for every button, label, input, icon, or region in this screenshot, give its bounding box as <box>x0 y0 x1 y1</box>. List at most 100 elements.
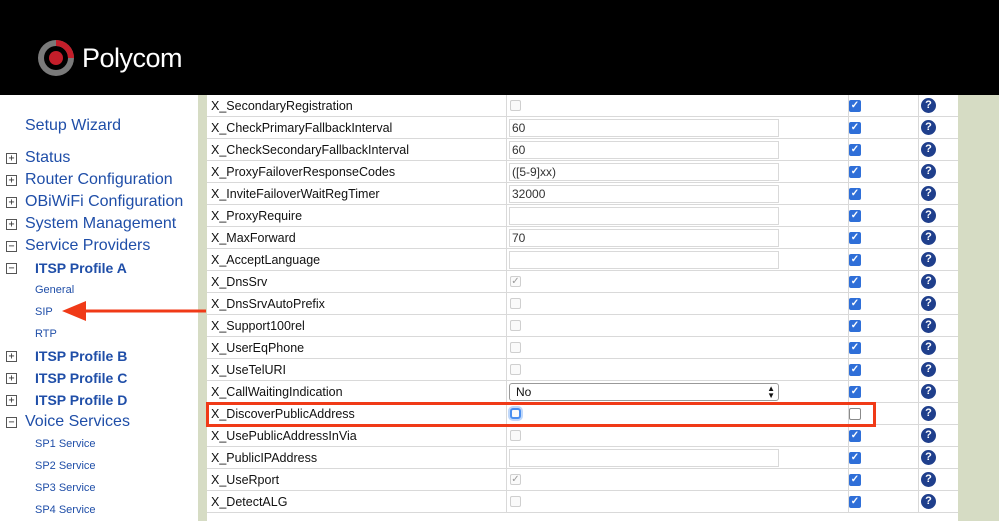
default-cell: ✓ <box>849 315 919 337</box>
expand-icon[interactable]: + <box>6 174 17 186</box>
sidebar-item-itsp-profile-a[interactable]: − ITSP Profile A <box>0 257 198 279</box>
help-icon[interactable]: ? <box>921 362 936 377</box>
value-cell <box>507 293 849 315</box>
value-checkbox[interactable]: ✓ <box>510 474 521 485</box>
help-icon[interactable]: ? <box>921 98 936 113</box>
default-checkbox[interactable]: ✓ <box>849 166 861 178</box>
value-checkbox[interactable] <box>510 496 521 507</box>
value-checkbox[interactable] <box>510 430 521 441</box>
value-input[interactable] <box>509 251 779 269</box>
sidebar-item-sip[interactable]: SIP <box>0 301 198 323</box>
collapse-icon[interactable]: − <box>6 262 17 274</box>
default-checkbox[interactable]: ✓ <box>849 474 861 486</box>
expand-icon[interactable]: + <box>6 152 17 164</box>
help-icon[interactable]: ? <box>921 186 936 201</box>
help-icon[interactable]: ? <box>921 450 936 465</box>
default-checkbox[interactable] <box>849 408 861 420</box>
setup-wizard-link[interactable]: Setup Wizard <box>25 117 121 135</box>
value-input[interactable]: 60 <box>509 141 779 159</box>
help-icon[interactable]: ? <box>921 428 936 443</box>
sidebar-item-sp3-service[interactable]: SP3 Service <box>0 477 198 499</box>
help-icon[interactable]: ? <box>921 274 936 289</box>
default-cell <box>849 403 919 425</box>
expand-icon[interactable]: + <box>6 394 17 406</box>
default-checkbox[interactable]: ✓ <box>849 276 861 288</box>
default-checkbox[interactable]: ✓ <box>849 386 861 398</box>
help-icon[interactable]: ? <box>921 296 936 311</box>
help-icon[interactable]: ? <box>921 340 936 355</box>
collapse-icon[interactable]: − <box>6 240 17 252</box>
help-icon[interactable]: ? <box>921 252 936 267</box>
value-cell <box>507 249 849 271</box>
value-input[interactable]: 32000 <box>509 185 779 203</box>
sidebar-item-sp4-service[interactable]: SP4 Service <box>0 499 198 521</box>
default-checkbox[interactable]: ✓ <box>849 320 861 332</box>
help-icon[interactable]: ? <box>921 472 936 487</box>
default-checkbox[interactable]: ✓ <box>849 364 861 376</box>
help-icon[interactable]: ? <box>921 230 936 245</box>
help-icon[interactable]: ? <box>921 120 936 135</box>
expand-icon[interactable]: + <box>6 196 17 208</box>
table-row: X_UseRport ✓ ✓? <box>207 469 958 491</box>
value-cell: ✓ <box>507 469 849 491</box>
sidebar-item-obiwifi-configuration[interactable]: + OBiWiFi Configuration <box>0 191 198 213</box>
default-checkbox[interactable]: ✓ <box>849 122 861 134</box>
parameter-name: X_UsePublicAddressInVia <box>207 425 507 447</box>
default-checkbox[interactable]: ✓ <box>849 430 861 442</box>
value-input[interactable] <box>509 207 779 225</box>
default-checkbox[interactable]: ✓ <box>849 452 861 464</box>
help-cell: ? <box>919 249 958 271</box>
brand-name: Polycom <box>82 42 183 73</box>
sidebar-item-service-providers[interactable]: − Service Providers <box>0 235 198 257</box>
value-input[interactable]: 60 <box>509 119 779 137</box>
help-icon[interactable]: ? <box>921 142 936 157</box>
sidebar-item-rtp[interactable]: RTP <box>0 323 198 345</box>
sidebar-item-general[interactable]: General <box>0 279 198 301</box>
value-input[interactable]: ([5-9]xx) <box>509 163 779 181</box>
value-checkbox[interactable] <box>510 320 521 331</box>
expand-icon[interactable]: + <box>6 372 17 384</box>
sidebar-item-status[interactable]: + Status <box>0 147 198 169</box>
sidebar-item-label: ITSP Profile B <box>35 348 128 364</box>
default-checkbox[interactable]: ✓ <box>849 254 861 266</box>
value-input[interactable] <box>509 449 779 467</box>
help-icon[interactable]: ? <box>921 318 936 333</box>
help-icon[interactable]: ? <box>921 384 936 399</box>
table-row: X_CheckPrimaryFallbackInterval 60 ✓? <box>207 117 958 139</box>
sidebar-item-system-management[interactable]: + System Management <box>0 213 198 235</box>
default-checkbox[interactable]: ✓ <box>849 144 861 156</box>
sidebar-item-itsp-profile-d[interactable]: + ITSP Profile D <box>0 389 198 411</box>
sidebar-item-voice-services[interactable]: − Voice Services <box>0 411 198 433</box>
value-checkbox[interactable] <box>510 408 521 419</box>
value-checkbox[interactable] <box>510 298 521 309</box>
default-checkbox[interactable]: ✓ <box>849 342 861 354</box>
help-cell: ? <box>919 205 958 227</box>
expand-icon[interactable]: + <box>6 218 17 230</box>
default-checkbox[interactable]: ✓ <box>849 210 861 222</box>
sidebar-item-sp1-service[interactable]: SP1 Service <box>0 433 198 455</box>
help-icon[interactable]: ? <box>921 494 936 509</box>
help-icon[interactable]: ? <box>921 164 936 179</box>
default-checkbox[interactable]: ✓ <box>849 100 861 112</box>
value-checkbox[interactable] <box>510 364 521 375</box>
table-row: X_DnsSrvAutoPrefix ✓? <box>207 293 958 315</box>
parameter-name: X_DiscoverPublicAddress <box>207 403 507 425</box>
value-input[interactable]: 70 <box>509 229 779 247</box>
sidebar-item-itsp-profile-c[interactable]: + ITSP Profile C <box>0 367 198 389</box>
default-cell: ✓ <box>849 227 919 249</box>
value-select[interactable]: No ▲ ▼ <box>509 383 779 401</box>
sidebar-item-itsp-profile-b[interactable]: + ITSP Profile B <box>0 345 198 367</box>
default-checkbox[interactable]: ✓ <box>849 232 861 244</box>
help-icon[interactable]: ? <box>921 406 936 421</box>
default-checkbox[interactable]: ✓ <box>849 298 861 310</box>
sidebar-item-router-configuration[interactable]: + Router Configuration <box>0 169 198 191</box>
default-checkbox[interactable]: ✓ <box>849 496 861 508</box>
sidebar-item-sp2-service[interactable]: SP2 Service <box>0 455 198 477</box>
value-checkbox[interactable] <box>510 100 521 111</box>
value-checkbox[interactable]: ✓ <box>510 276 521 287</box>
expand-icon[interactable]: + <box>6 350 17 362</box>
collapse-icon[interactable]: − <box>6 416 17 428</box>
help-icon[interactable]: ? <box>921 208 936 223</box>
value-checkbox[interactable] <box>510 342 521 353</box>
default-checkbox[interactable]: ✓ <box>849 188 861 200</box>
